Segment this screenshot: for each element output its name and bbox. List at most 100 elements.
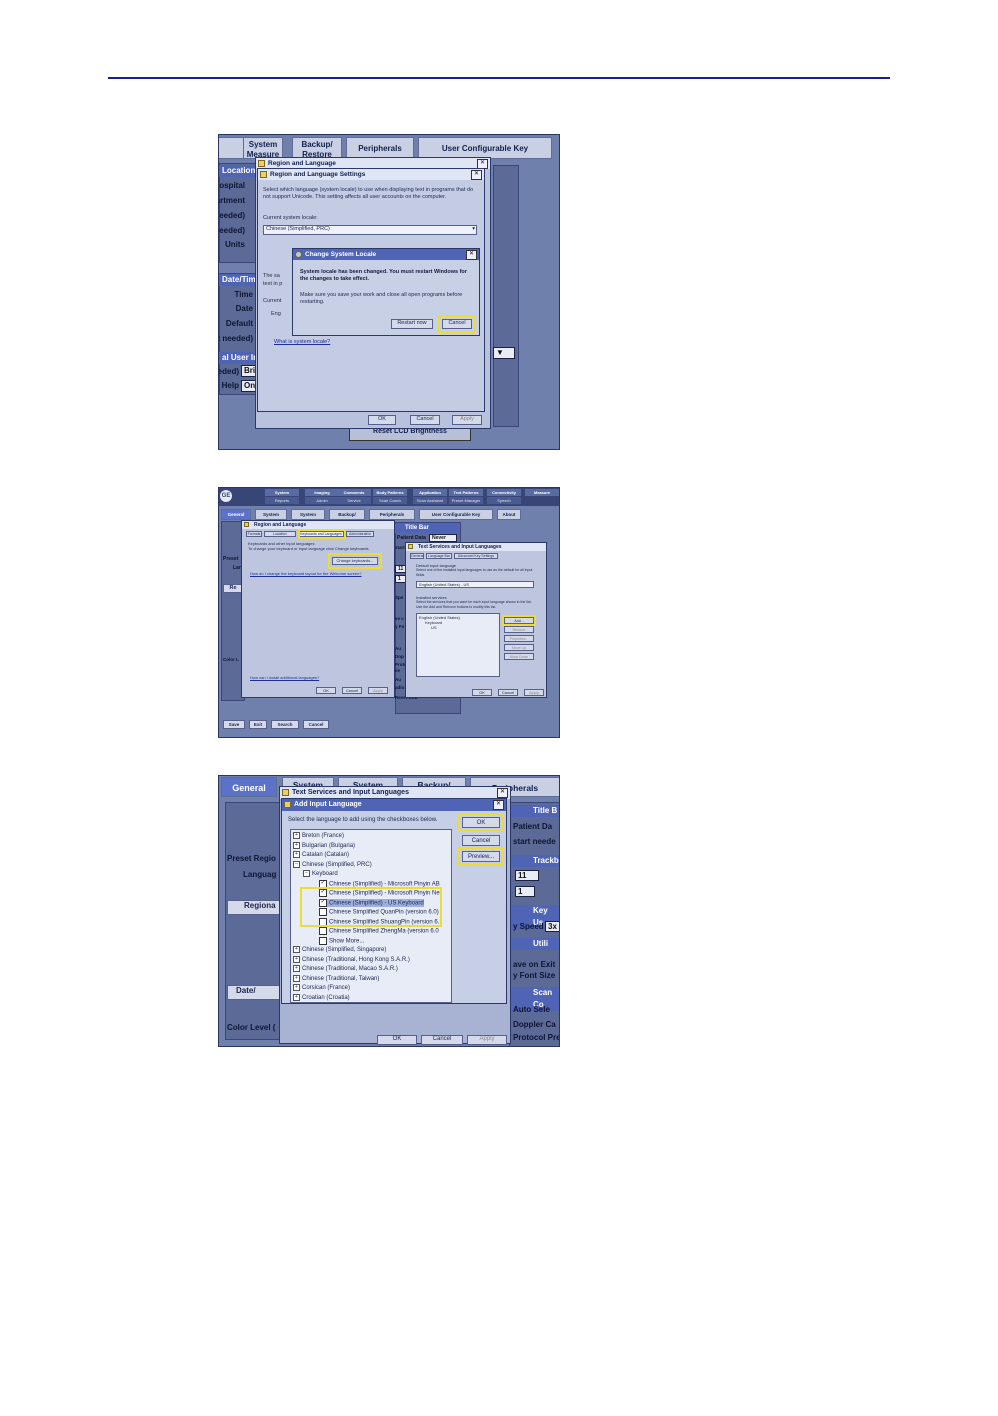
bottom-button[interactable]: Cancel [303, 720, 329, 729]
apply-button[interactable]: Apply [452, 415, 482, 425]
language-item[interactable]: Chinese Simplified ZhengMa (version 6.0 [319, 927, 439, 935]
sub-tab[interactable]: General [221, 509, 251, 520]
datetime-button[interactable]: Date/ [227, 985, 281, 1000]
label-needed-1: eeded) [219, 211, 245, 220]
service-button[interactable]: Remove [504, 626, 534, 633]
region-tab[interactable]: Formats [246, 531, 262, 537]
fragment-text: text in p [263, 281, 283, 287]
cancel-button[interactable]: Cancel [421, 1035, 463, 1045]
top-tab[interactable]: Speech [487, 497, 521, 504]
tab-backup-restore[interactable]: Backup/ Restore [292, 137, 342, 159]
close-icon[interactable]: ✕ [497, 788, 508, 798]
ok-button[interactable]: OK [472, 689, 492, 696]
top-tab[interactable]: Scan Assistant [413, 497, 447, 504]
language-item[interactable]: + Chinese (Traditional, Taiwan) [293, 974, 379, 982]
top-tab[interactable]: Service [337, 497, 371, 504]
tab-general[interactable]: General [221, 777, 277, 797]
language-item[interactable]: Show More... [319, 936, 364, 945]
service-button[interactable]: Move Up [504, 644, 534, 651]
right-dropdown[interactable]: ▼ [493, 347, 515, 359]
top-tab[interactable]: Measure [525, 489, 559, 496]
add-language-description: Select the language to add using the che… [288, 817, 438, 823]
speed-select[interactable]: 3x [545, 921, 559, 932]
language-item-label: Croatian (Croatia) [302, 994, 350, 1001]
top-tab[interactable]: Connectivity [487, 489, 521, 496]
ok-button[interactable]: OK [316, 687, 336, 694]
top-tab[interactable]: Comments [337, 489, 371, 496]
top-tab[interactable]: System [265, 489, 299, 496]
tab-system-measure[interactable]: System Measure [243, 137, 283, 159]
value-select[interactable]: 11 [515, 870, 539, 881]
cancel-button[interactable]: Cancel [498, 689, 518, 696]
close-icon[interactable]: ✕ [471, 170, 482, 180]
locale-select[interactable]: Chinese (Simplified, PRC) ▾ [263, 225, 477, 235]
restart-now-button[interactable]: Restart now [391, 319, 433, 329]
language-item[interactable]: + Breton (France) [293, 832, 344, 839]
top-tab[interactable]: Imaging [305, 489, 339, 496]
service-button[interactable]: Move Down [504, 653, 534, 660]
region-tab[interactable]: Administrative [346, 531, 374, 537]
tab-user-configurable-key[interactable]: User Configurable Key [418, 137, 552, 159]
bottom-button[interactable]: Save [223, 720, 245, 729]
what-is-locale-link[interactable]: What is system locale? [274, 339, 330, 345]
installed-services-list[interactable]: English (United States) Keyboard US [416, 613, 500, 677]
top-tab[interactable]: Reports [265, 497, 299, 504]
service-button[interactable]: Properties... [504, 635, 534, 642]
sub-tab[interactable]: Peripherals [369, 509, 415, 520]
ge-logo: GE [220, 490, 232, 502]
language-item[interactable]: + Chinese (Traditional, Macao S.A.R.) [293, 965, 398, 972]
settings-description: Select which language (system locale) to… [263, 187, 474, 200]
sub-tab[interactable]: About [497, 509, 521, 520]
value-select[interactable]: 1 [515, 886, 535, 897]
install-languages-link[interactable]: How can I install additional languages? [250, 675, 319, 680]
tree-item[interactable]: US [431, 625, 437, 630]
region-language-window: Region and Language Formats Location Keybo… [241, 520, 395, 698]
language-item[interactable]: + Catalan (Catalan) [293, 851, 349, 858]
language-item[interactable]: + Corsican (France) [293, 984, 350, 991]
cancel-button[interactable]: Cancel [462, 835, 500, 846]
keyboard-layout-link[interactable]: How do I change the keyboard layout for … [250, 571, 362, 576]
top-tab[interactable]: Application [413, 489, 447, 496]
cancel-button[interactable]: Cancel [342, 687, 362, 694]
apply-button[interactable]: Apply [467, 1035, 507, 1045]
top-tab[interactable]: Body Patterns [373, 489, 407, 496]
region-tab[interactable]: Location [264, 531, 296, 537]
close-icon[interactable]: ✕ [493, 800, 504, 810]
sub-tab[interactable]: User Configurable Key [419, 509, 493, 520]
regional-button[interactable]: Regiona [227, 900, 281, 915]
top-tab[interactable]: Scan Coach [373, 497, 407, 504]
top-tab[interactable]: Admin [305, 497, 339, 504]
apply-button[interactable]: Apply [524, 689, 544, 696]
text-services-tab[interactable]: Language Bar [426, 553, 452, 559]
apply-button[interactable]: Apply [368, 687, 388, 694]
keyboard-icon [408, 544, 413, 549]
bottom-button[interactable]: Search [271, 720, 299, 729]
language-item[interactable]: + Chinese (Simplified, Singapore) [293, 946, 386, 953]
language-item[interactable]: + Bulgarian (Bulgaria) [293, 841, 355, 849]
default-language-select[interactable]: English (United States) - US [416, 581, 534, 588]
regional-button[interactable]: Re [223, 584, 243, 593]
close-icon[interactable]: ✕ [466, 250, 477, 260]
top-tab[interactable]: Text Patterns [449, 489, 483, 496]
sub-tab[interactable]: System [291, 509, 325, 520]
sub-tab[interactable]: Backup/ Restore [329, 509, 365, 526]
language-item[interactable]: − Chinese (Simplified, PRC) [293, 860, 372, 868]
tab-peripherals[interactable]: Peripherals [346, 137, 414, 159]
text-services-tab[interactable]: General [410, 553, 424, 559]
ok-button[interactable]: OK [377, 1035, 417, 1045]
sub-tab[interactable]: System [255, 509, 287, 520]
language-item[interactable]: + Croatian (Croatia) [293, 993, 350, 1001]
language-item[interactable]: + Chinese (Traditional, Hong Kong S.A.R.) [293, 955, 410, 963]
language-item[interactable]: − Keyboard [303, 870, 338, 877]
patient-data-select[interactable]: Never [429, 534, 457, 542]
cancel-button[interactable]: Cancel [410, 415, 440, 425]
text-services-tab[interactable]: Advanced Key Settings [454, 553, 498, 559]
reset-lcd-button[interactable]: Reset LCD Brightness [349, 427, 471, 441]
screenshot-add-input-language: General System System Backup/ Peripheral… [218, 775, 560, 1047]
language-item-label: Chinese (Simplified, PRC) [302, 861, 372, 868]
highlight-box [458, 813, 504, 832]
settings-label: start neede [513, 837, 556, 846]
ok-button[interactable]: OK [368, 415, 396, 425]
bottom-button[interactable]: Exit [249, 720, 267, 729]
top-tab[interactable]: Preset Manager [449, 497, 483, 504]
